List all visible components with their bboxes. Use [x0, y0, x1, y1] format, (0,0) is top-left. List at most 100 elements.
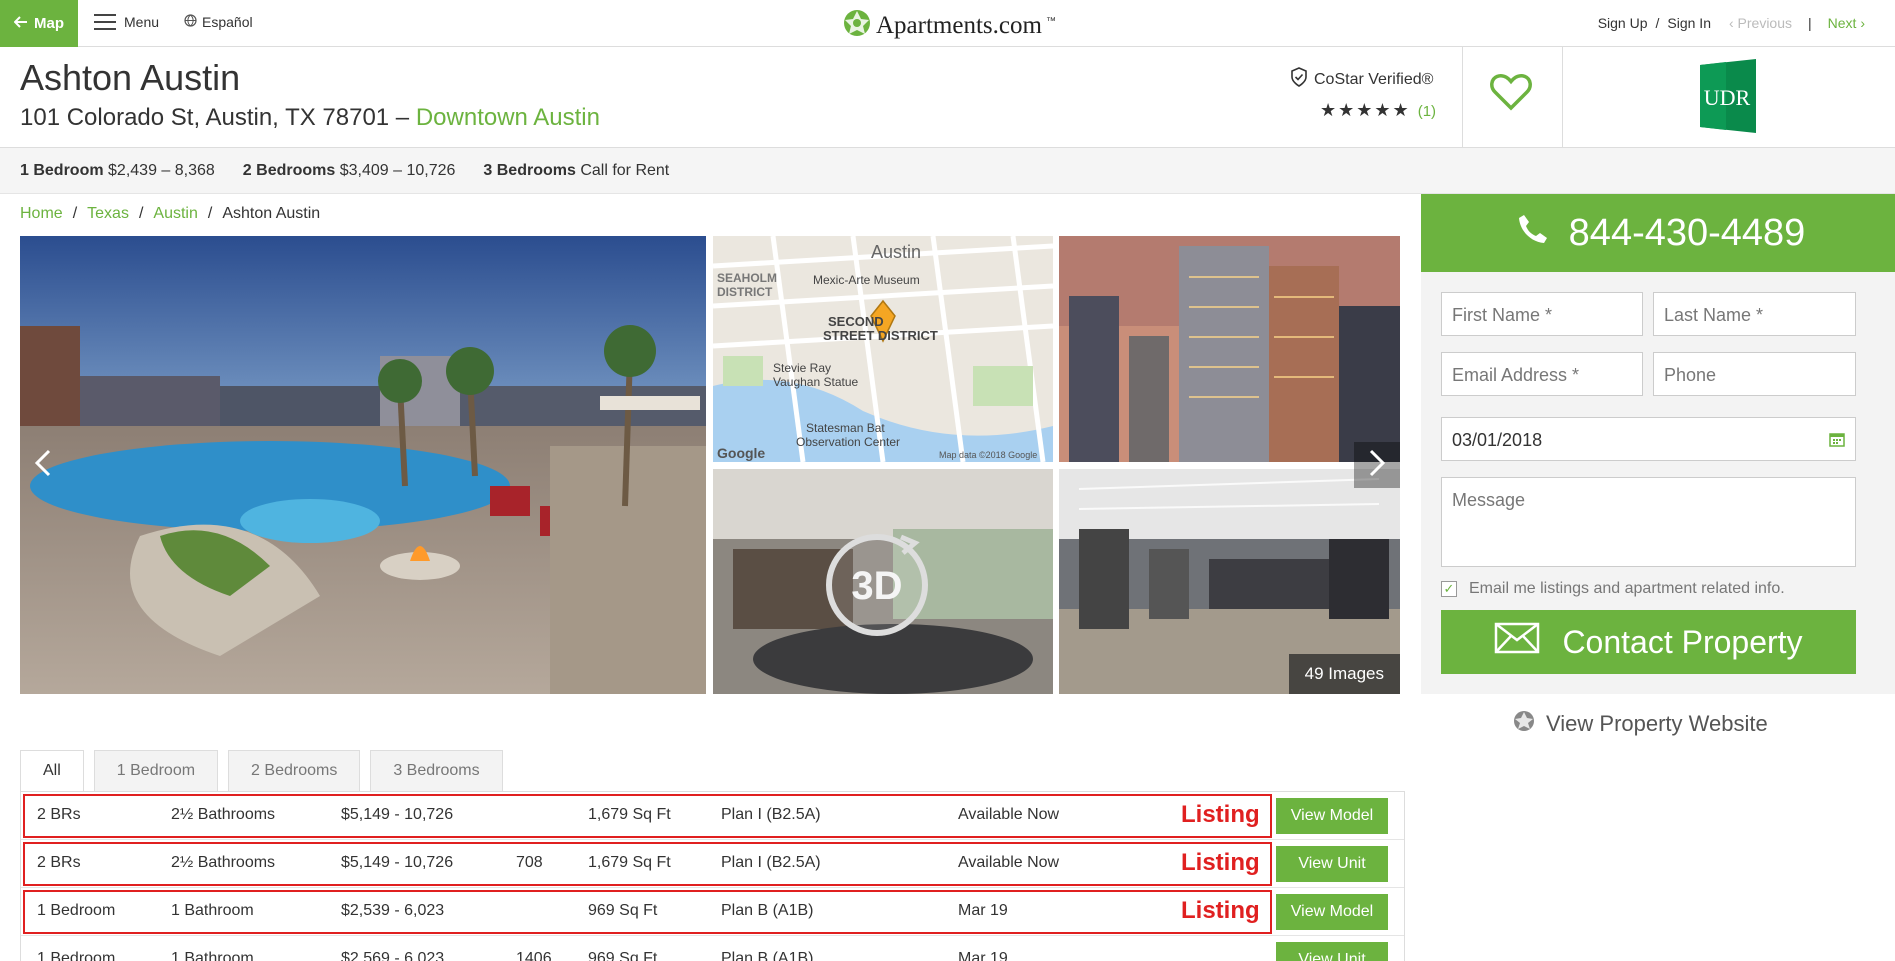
svg-text:Google: Google [717, 445, 765, 461]
favorite-heart-icon[interactable] [1490, 73, 1532, 116]
view-unit-button[interactable]: View Unit [1276, 846, 1388, 882]
shield-icon [1290, 67, 1308, 92]
listing-annotation: Listing [1181, 849, 1260, 876]
unit-cell: 708 [516, 854, 543, 871]
view-website-link[interactable]: View Property Website [1512, 709, 1768, 739]
rating-stars[interactable]: ★★★★★ (1) [1320, 100, 1436, 121]
first-name-field[interactable]: First Name * [1441, 292, 1643, 336]
3d-tour-thumbnail[interactable]: 3D [713, 469, 1053, 694]
language-label: Español [202, 14, 253, 30]
arrow-left-icon [13, 15, 28, 32]
map-button[interactable]: Map [0, 0, 78, 47]
svg-text:Map data ©2018 Google: Map data ©2018 Google [939, 450, 1037, 460]
price-item-3br: 3 Bedrooms Call for Rent [483, 161, 670, 179]
chevron-left-icon [34, 449, 52, 482]
baths-cell: 1 Bathroom [171, 902, 254, 919]
skyline-photo[interactable] [1059, 236, 1400, 462]
svg-text:Mexic-Arte Museum: Mexic-Arte Museum [813, 273, 920, 287]
chevron-right-icon [1368, 449, 1386, 482]
availability-cell: Mar 19 [958, 950, 1008, 961]
sqft-cell: 1,679 Sq Ft [588, 806, 671, 823]
map-thumbnail[interactable]: Austin SEAHOLM DISTRICT Mexic-Arte Museu… [713, 236, 1053, 462]
verified-label: CoStar Verified® [1314, 70, 1434, 88]
calendar-icon[interactable] [1829, 431, 1845, 452]
opt-in-label: Email me listings and apartment related … [1469, 580, 1785, 597]
sign-up-link[interactable]: Sign Up [1598, 15, 1648, 31]
opt-in-checkbox[interactable]: ✓ [1441, 581, 1457, 597]
envelope-icon [1494, 622, 1540, 662]
tab-3-bedrooms[interactable]: 3 Bedrooms [370, 750, 503, 792]
plan-cell: Plan I (B2.5A) [721, 806, 821, 823]
nav-separator: | [1808, 15, 1812, 31]
view-model-button[interactable]: View Model [1276, 798, 1388, 834]
move-in-date-value: 03/01/2018 [1452, 430, 1543, 450]
gym-photo[interactable]: 49 Images [1059, 469, 1400, 694]
availability-cell: Mar 19 [958, 902, 1008, 919]
listing-annotation: Listing [1181, 897, 1260, 924]
unit-cell: 1406 [516, 950, 552, 961]
email-opt-in[interactable]: ✓ Email me listings and apartment relate… [1441, 580, 1785, 598]
gallery-next-arrow[interactable] [1354, 442, 1400, 488]
table-row: 1 Bedroom 1 Bathroom $2,539 - 6,023 969 … [21, 888, 1404, 936]
sign-in-link[interactable]: Sign In [1667, 15, 1711, 31]
price-cell: $5,149 - 10,726 [341, 806, 454, 823]
email-field[interactable]: Email Address * [1441, 352, 1643, 396]
tab-2-bedrooms[interactable]: 2 Bedrooms [228, 750, 361, 792]
neighborhood-link[interactable]: Downtown Austin [416, 104, 600, 131]
price-cell: $5,149 - 10,726 [341, 854, 454, 871]
phone-call-button[interactable]: 844-430-4489 [1421, 194, 1895, 272]
costar-verified-badge: CoStar Verified® [1290, 67, 1433, 92]
udr-logo[interactable]: UDR [1696, 59, 1760, 133]
plan-cell: Plan B (A1B) [721, 902, 814, 919]
next-link[interactable]: Next › [1828, 15, 1865, 31]
image-count-badge[interactable]: 49 Images [1288, 654, 1400, 694]
move-in-date-field[interactable]: 03/01/2018 [1441, 417, 1856, 461]
message-field[interactable]: Message [1441, 477, 1856, 567]
photo-gallery: Austin SEAHOLM DISTRICT Mexic-Arte Museu… [20, 236, 1400, 694]
availability-cell: Available Now [958, 806, 1060, 823]
breadcrumb: Home / Texas / Austin / Ashton Austin [20, 205, 320, 223]
plan-cell: Plan I (B2.5A) [721, 854, 821, 871]
last-name-field[interactable]: Last Name * [1653, 292, 1856, 336]
previous-link[interactable]: ‹ Previous [1729, 15, 1792, 31]
unit-type-tabs: All 1 Bedroom 2 Bedrooms 3 Bedrooms [20, 750, 503, 792]
breadcrumb-separator: / [72, 205, 78, 222]
beds-cell: 2 BRs [37, 806, 81, 823]
svg-text:Austin: Austin [871, 242, 921, 262]
tab-all[interactable]: All [20, 750, 84, 792]
table-row: 2 BRs 2½ Bathrooms $5,149 - 10,726 1,679… [21, 792, 1404, 840]
udr-logo-text: UDR [1704, 85, 1751, 110]
price-item-1br: 1 Bedroom $2,439 – 8,368 [20, 161, 215, 179]
view-unit-button[interactable]: View Unit [1276, 942, 1388, 961]
table-row: 2 BRs 2½ Bathrooms $5,149 - 10,726 708 1… [21, 840, 1404, 888]
apartments-logo[interactable]: Apartments.com ™ [842, 8, 1056, 43]
phone-field[interactable]: Phone [1653, 352, 1856, 396]
language-link[interactable]: Español [184, 14, 253, 30]
website-label: View Property Website [1546, 711, 1768, 736]
price-item-2br: 2 Bedrooms $3,409 – 10,726 [242, 161, 456, 179]
price-summary: 1 Bedroom $2,439 – 8,368 2 Bedrooms $3,4… [0, 148, 1895, 194]
breadcrumb-home[interactable]: Home [20, 205, 63, 223]
menu-button[interactable]: Menu [94, 14, 159, 30]
gallery-prev-arrow[interactable] [20, 442, 66, 488]
tab-1-bedroom[interactable]: 1 Bedroom [93, 750, 219, 792]
address-text: 101 Colorado St, Austin, TX 78701 – [20, 104, 410, 131]
breadcrumb-city[interactable]: Austin [153, 205, 197, 223]
breadcrumb-separator: / [207, 205, 213, 222]
logo-trademark: ™ [1045, 16, 1056, 27]
3d-label: 3D [851, 564, 902, 608]
website-logo-icon [1512, 709, 1536, 739]
sqft-cell: 969 Sq Ft [588, 902, 658, 919]
baths-cell: 2½ Bathrooms [171, 806, 276, 823]
breadcrumb-state[interactable]: Texas [87, 205, 129, 223]
svg-text:Observation Center: Observation Center [796, 435, 900, 449]
header-divider [1562, 47, 1563, 148]
review-count[interactable]: (1) [1418, 103, 1436, 120]
main-photo-pool[interactable] [20, 236, 706, 694]
svg-text:DISTRICT: DISTRICT [717, 285, 773, 299]
top-bar: Map Menu Español Apartments.com ™ Sign U… [0, 0, 1895, 47]
view-model-button[interactable]: View Model [1276, 894, 1388, 930]
contact-property-button[interactable]: Contact Property [1441, 610, 1856, 674]
logo-mark-icon [842, 8, 872, 43]
baths-cell: 2½ Bathrooms [171, 854, 276, 871]
